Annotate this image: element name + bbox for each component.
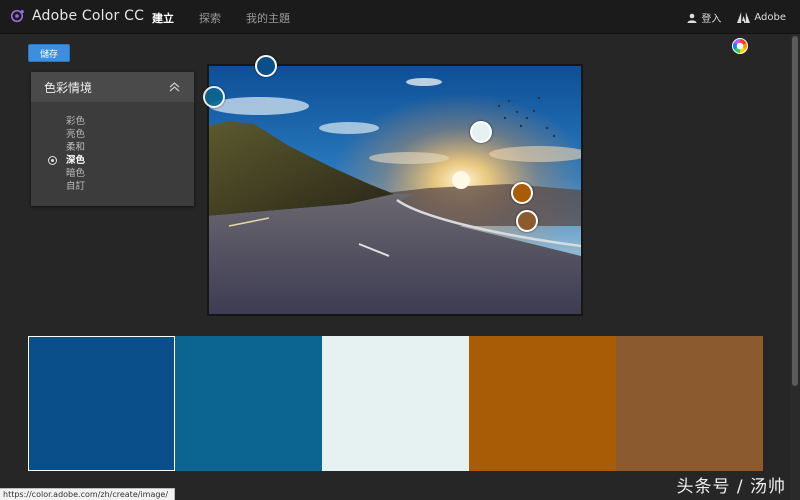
mood-option-colorful[interactable]: 彩色 [31, 115, 194, 128]
mood-option-label: 深色 [66, 155, 86, 166]
swatch-3[interactable] [322, 336, 469, 471]
mood-option-muted[interactable]: 柔和 [31, 141, 194, 154]
mood-option-label: 彩色 [66, 116, 86, 127]
nav-my-themes[interactable]: 我的主題 [246, 10, 290, 26]
color-mood-panel: 色彩情境 彩色 亮色 柔和 深色 暗色 自訂 [31, 72, 194, 206]
top-bar: Adobe Color CC 建立 探索 我的主題 登入 Adobe [0, 0, 800, 34]
swatch-4[interactable] [469, 336, 616, 471]
mood-option-label: 暗色 [66, 168, 86, 179]
nav-explore[interactable]: 探索 [199, 10, 221, 26]
mood-option-dark[interactable]: 暗色 [31, 167, 194, 180]
app-brand[interactable]: Adobe Color CC [10, 8, 144, 24]
color-mood-header[interactable]: 色彩情境 [31, 72, 194, 102]
app-title: Adobe Color CC [32, 8, 145, 24]
save-button[interactable]: 儲存 [28, 44, 70, 62]
swatch-1[interactable] [28, 336, 175, 471]
mood-options: 彩色 亮色 柔和 深色 暗色 自訂 [31, 115, 194, 193]
mood-option-deep[interactable]: 深色 [31, 154, 194, 167]
adobe-logo-icon [737, 12, 751, 23]
mood-option-label: 柔和 [66, 142, 86, 153]
color-wheel-icon[interactable] [732, 38, 748, 54]
login-label: 登入 [701, 14, 722, 25]
color-picker-2[interactable] [203, 86, 225, 108]
mood-option-label: 自訂 [66, 181, 86, 192]
mood-option-label: 亮色 [66, 129, 86, 140]
swatch-5[interactable] [616, 336, 763, 471]
watermark-text: 头条号 / 汤帅 [676, 477, 786, 497]
adobe-color-logo-icon [10, 9, 24, 23]
adobe-link[interactable]: Adobe [737, 12, 786, 23]
swatch-2[interactable] [175, 336, 322, 471]
color-theme-swatches [28, 336, 763, 471]
scrollbar-thumb[interactable] [792, 36, 798, 386]
color-picker-5[interactable] [516, 210, 538, 232]
user-icon [687, 13, 697, 23]
login-link[interactable]: 登入 [687, 10, 721, 25]
chevron-up-double-icon[interactable] [169, 82, 180, 92]
radio-selected-icon [48, 156, 57, 165]
color-picker-3[interactable] [470, 121, 492, 143]
color-picker-1[interactable] [255, 55, 277, 77]
main-nav: 建立 探索 我的主題 [152, 10, 315, 26]
status-bar-url: https://color.adobe.com/zh/create/image/ [0, 488, 176, 500]
color-mood-title: 色彩情境 [44, 80, 93, 95]
mood-option-custom[interactable]: 自訂 [31, 180, 194, 193]
page-scrollbar[interactable] [790, 34, 800, 500]
adobe-label: Adobe [754, 12, 786, 23]
nav-create[interactable]: 建立 [152, 10, 174, 26]
mood-option-bright[interactable]: 亮色 [31, 128, 194, 141]
color-picker-4[interactable] [511, 182, 533, 204]
header-right: 登入 Adobe [687, 10, 786, 25]
